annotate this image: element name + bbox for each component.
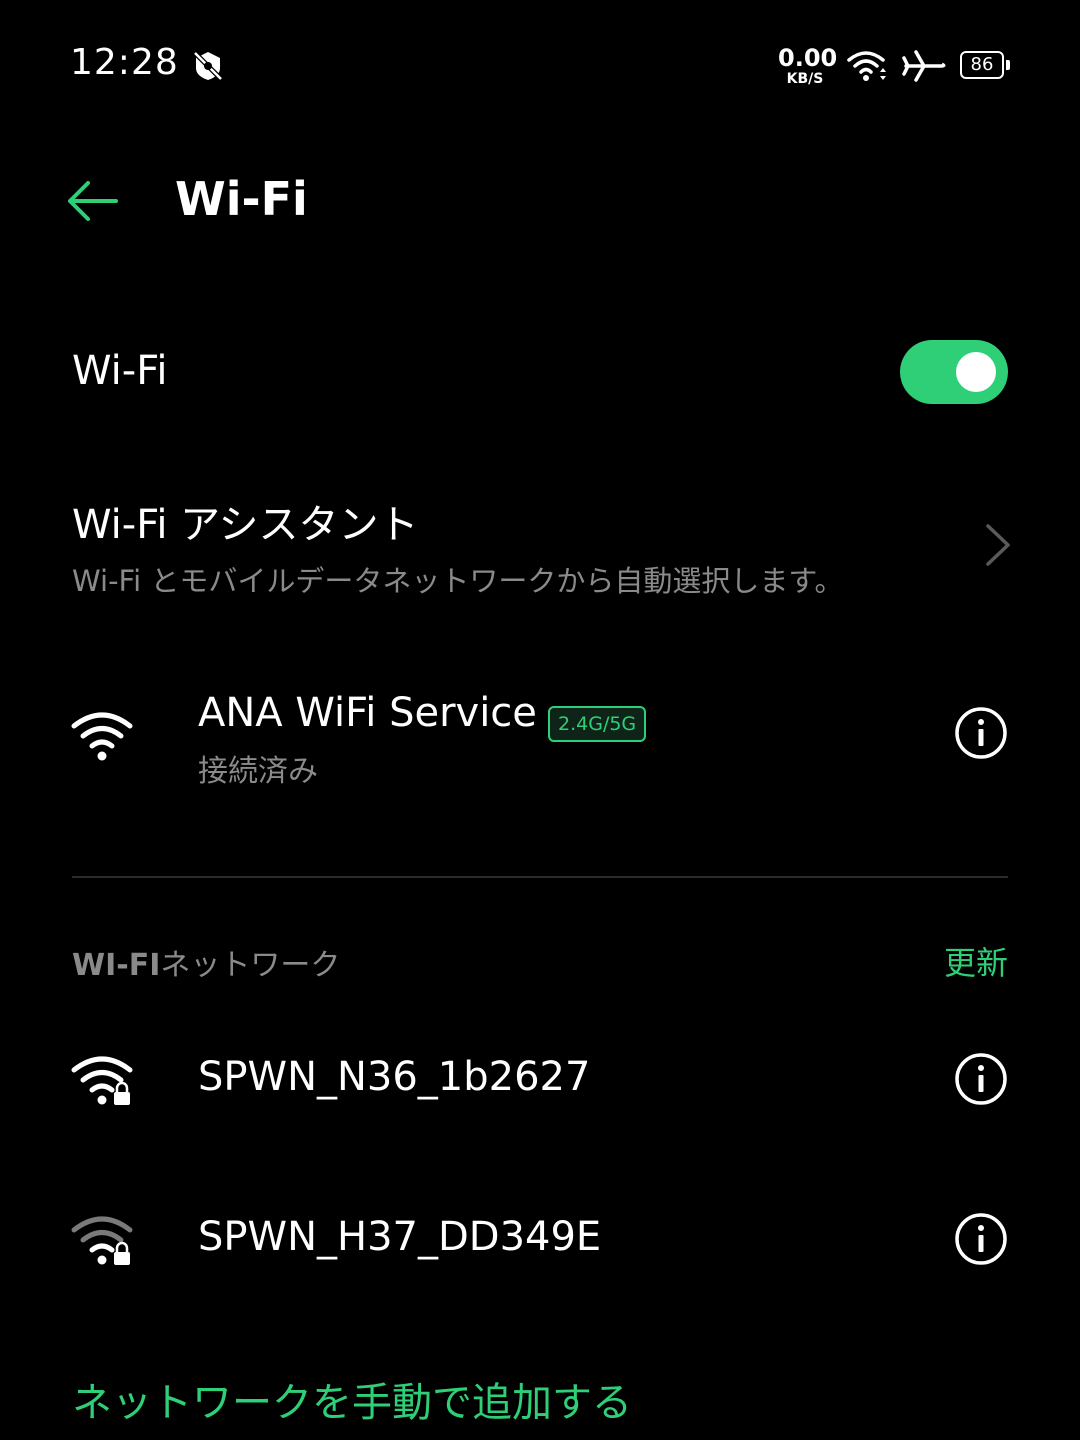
networks-section-title-rest: ネットワーク	[160, 948, 341, 983]
network-speed-value: 0.00	[778, 44, 838, 72]
battery-level: 86	[960, 51, 1004, 79]
connection-status: 接続済み	[198, 754, 318, 789]
network-row[interactable]: SPWN_N36_1b2627	[0, 1040, 1080, 1120]
network-speed-unit: KB/S	[786, 71, 824, 87]
wifi-toggle-label: Wi-Fi	[72, 348, 168, 394]
band-badge: 2.4G/5G	[548, 706, 647, 742]
wifi-settings-screen: 12:28 0.00 KB/S 86 Wi-Fi Wi-Fi Wi-Fi アシス…	[0, 0, 1080, 1440]
wifi-assistant-title: Wi-Fi アシスタント	[72, 502, 419, 548]
add-network-manually-button[interactable]: ネットワークを手動で追加する	[72, 1370, 632, 1428]
airplane-icon	[902, 50, 946, 82]
divider	[72, 876, 1008, 878]
battery-tip	[1006, 60, 1010, 70]
info-icon[interactable]	[954, 1052, 1008, 1106]
wifi-icon	[847, 51, 886, 81]
network-speed: 0.00 KB/S	[778, 44, 838, 87]
networks-section-title: WI-FIネットワーク	[72, 940, 340, 984]
arrow-left-icon[interactable]	[64, 176, 120, 226]
status-bar: 12:28 0.00 KB/S 86	[0, 0, 1080, 130]
network-row[interactable]: SPWN_H37_DD349E	[0, 1200, 1080, 1280]
connected-network-row[interactable]: ANA WiFi Service 2.4G/5G 接続済み	[0, 686, 1080, 796]
wifi-assistant-row[interactable]: Wi-Fi アシスタント Wi-Fi とモバイルデータネットワークから自動選択し…	[0, 480, 1080, 610]
info-icon[interactable]	[954, 1212, 1008, 1266]
chevron-right-icon	[986, 524, 1010, 566]
toggle-knob	[956, 352, 996, 392]
status-time: 12:28	[70, 42, 179, 83]
notification-silenced-icon	[193, 51, 223, 81]
info-icon[interactable]	[954, 706, 1008, 760]
network-name: SPWN_N36_1b2627	[198, 1054, 591, 1100]
network-name: SPWN_H37_DD349E	[198, 1214, 602, 1260]
battery-icon: 86	[960, 51, 1010, 81]
wifi-locked-weak-icon	[71, 1216, 133, 1265]
wifi-signal-icon	[71, 712, 133, 761]
wifi-toggle-row[interactable]: Wi-Fi	[0, 320, 1080, 430]
page-title: Wi-Fi	[175, 172, 308, 226]
networks-section-title-bold: WI-FI	[72, 948, 161, 983]
refresh-button[interactable]: 更新	[944, 938, 1008, 984]
wifi-toggle-switch[interactable]	[900, 340, 1008, 404]
wifi-locked-icon	[71, 1056, 133, 1105]
wifi-assistant-subtitle: Wi-Fi とモバイルデータネットワークから自動選択します。	[72, 564, 844, 598]
connected-network-name: ANA WiFi Service	[198, 690, 537, 736]
